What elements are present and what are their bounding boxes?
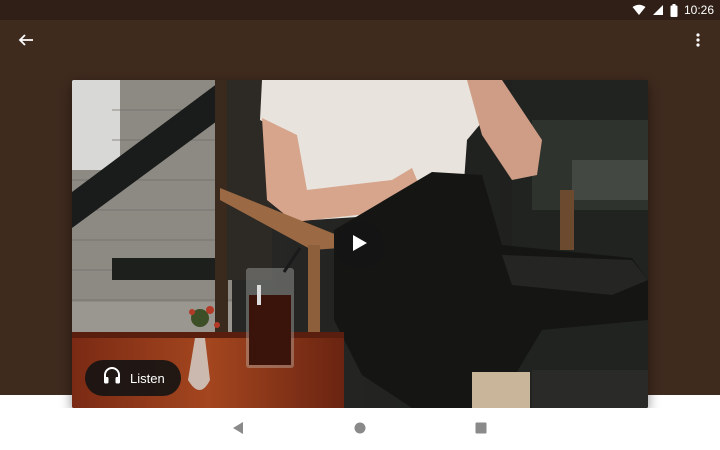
wifi-icon — [632, 4, 646, 16]
back-triangle-icon — [232, 421, 244, 439]
more-vert-icon — [696, 32, 700, 52]
status-icons: 10:26 — [632, 2, 714, 18]
video-card: Listen — [72, 80, 648, 408]
listen-label: Listen — [130, 370, 165, 386]
nav-recents-button[interactable] — [471, 420, 491, 440]
listen-button[interactable]: Listen — [85, 360, 181, 396]
arrow-back-icon — [18, 32, 34, 53]
status-bar: 10:26 — [0, 0, 720, 20]
nav-back-button[interactable] — [228, 420, 248, 440]
headphones-icon — [103, 367, 121, 389]
recents-square-icon — [475, 421, 487, 439]
play-button[interactable] — [336, 221, 384, 269]
cell-signal-icon — [652, 4, 664, 16]
back-button[interactable] — [12, 28, 40, 56]
status-clock: 10:26 — [683, 3, 714, 17]
app-bar — [0, 20, 720, 64]
nav-home-button[interactable] — [350, 420, 370, 440]
home-circle-icon — [354, 421, 366, 439]
overflow-menu-button[interactable] — [686, 28, 710, 56]
system-nav-bar — [0, 408, 720, 450]
play-icon — [352, 234, 368, 257]
battery-icon — [670, 3, 678, 17]
